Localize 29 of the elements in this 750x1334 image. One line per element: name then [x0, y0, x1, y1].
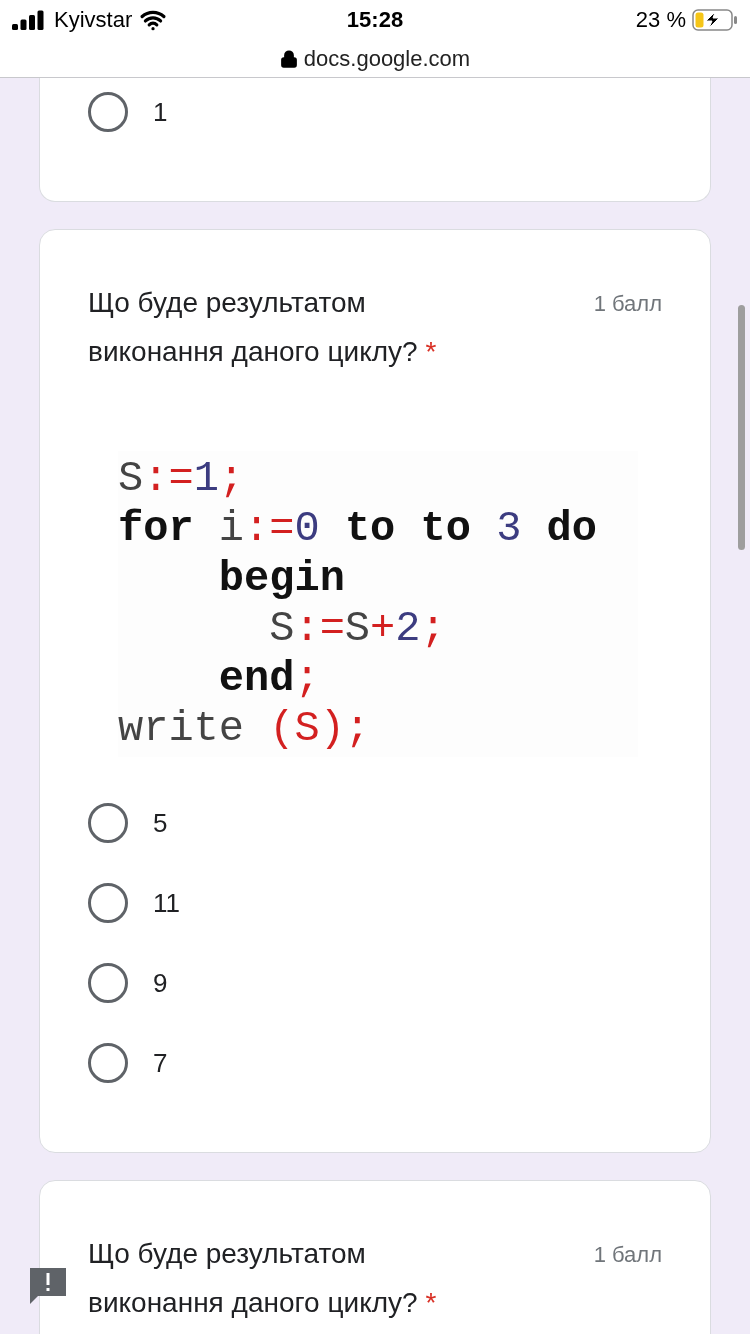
clock-time: 15:28: [346, 7, 404, 33]
radio-button[interactable]: [88, 883, 128, 923]
radio-button[interactable]: [88, 92, 128, 132]
option-label: 9: [153, 967, 168, 999]
feedback-icon[interactable]: [28, 1266, 68, 1306]
option-label: 1: [153, 96, 168, 128]
radio-button[interactable]: [88, 963, 128, 1003]
option-label: 11: [153, 887, 180, 919]
option-label: 5: [153, 807, 168, 839]
code-line: begin: [217, 554, 346, 604]
points-label: 1 балл: [593, 1241, 662, 1268]
lock-icon: [279, 49, 298, 68]
radio-button[interactable]: [88, 803, 128, 843]
signal-icon: [12, 10, 46, 30]
carrier-name: Kyivstar: [54, 7, 133, 33]
option-label: 7: [153, 1047, 168, 1079]
code-line: write (S);: [118, 704, 372, 754]
question-title: Що буде результатом виконання даного циклу?: [88, 287, 418, 367]
radio-button[interactable]: [88, 1043, 128, 1083]
code-line: end;: [217, 654, 321, 704]
battery-percent: 23 %: [635, 7, 686, 33]
url-text: docs.google.com: [303, 45, 471, 72]
code-line: for i:=0 to to 3 do: [118, 504, 598, 554]
question-title: Що буде результатом виконання даного циклу?: [88, 1238, 418, 1318]
points-label: 1 балл: [593, 290, 662, 317]
required-mark: *: [425, 336, 437, 367]
required-mark: *: [425, 1287, 437, 1318]
code-line: S:=1;: [118, 454, 246, 504]
code-line: S:=S+2;: [268, 604, 447, 654]
